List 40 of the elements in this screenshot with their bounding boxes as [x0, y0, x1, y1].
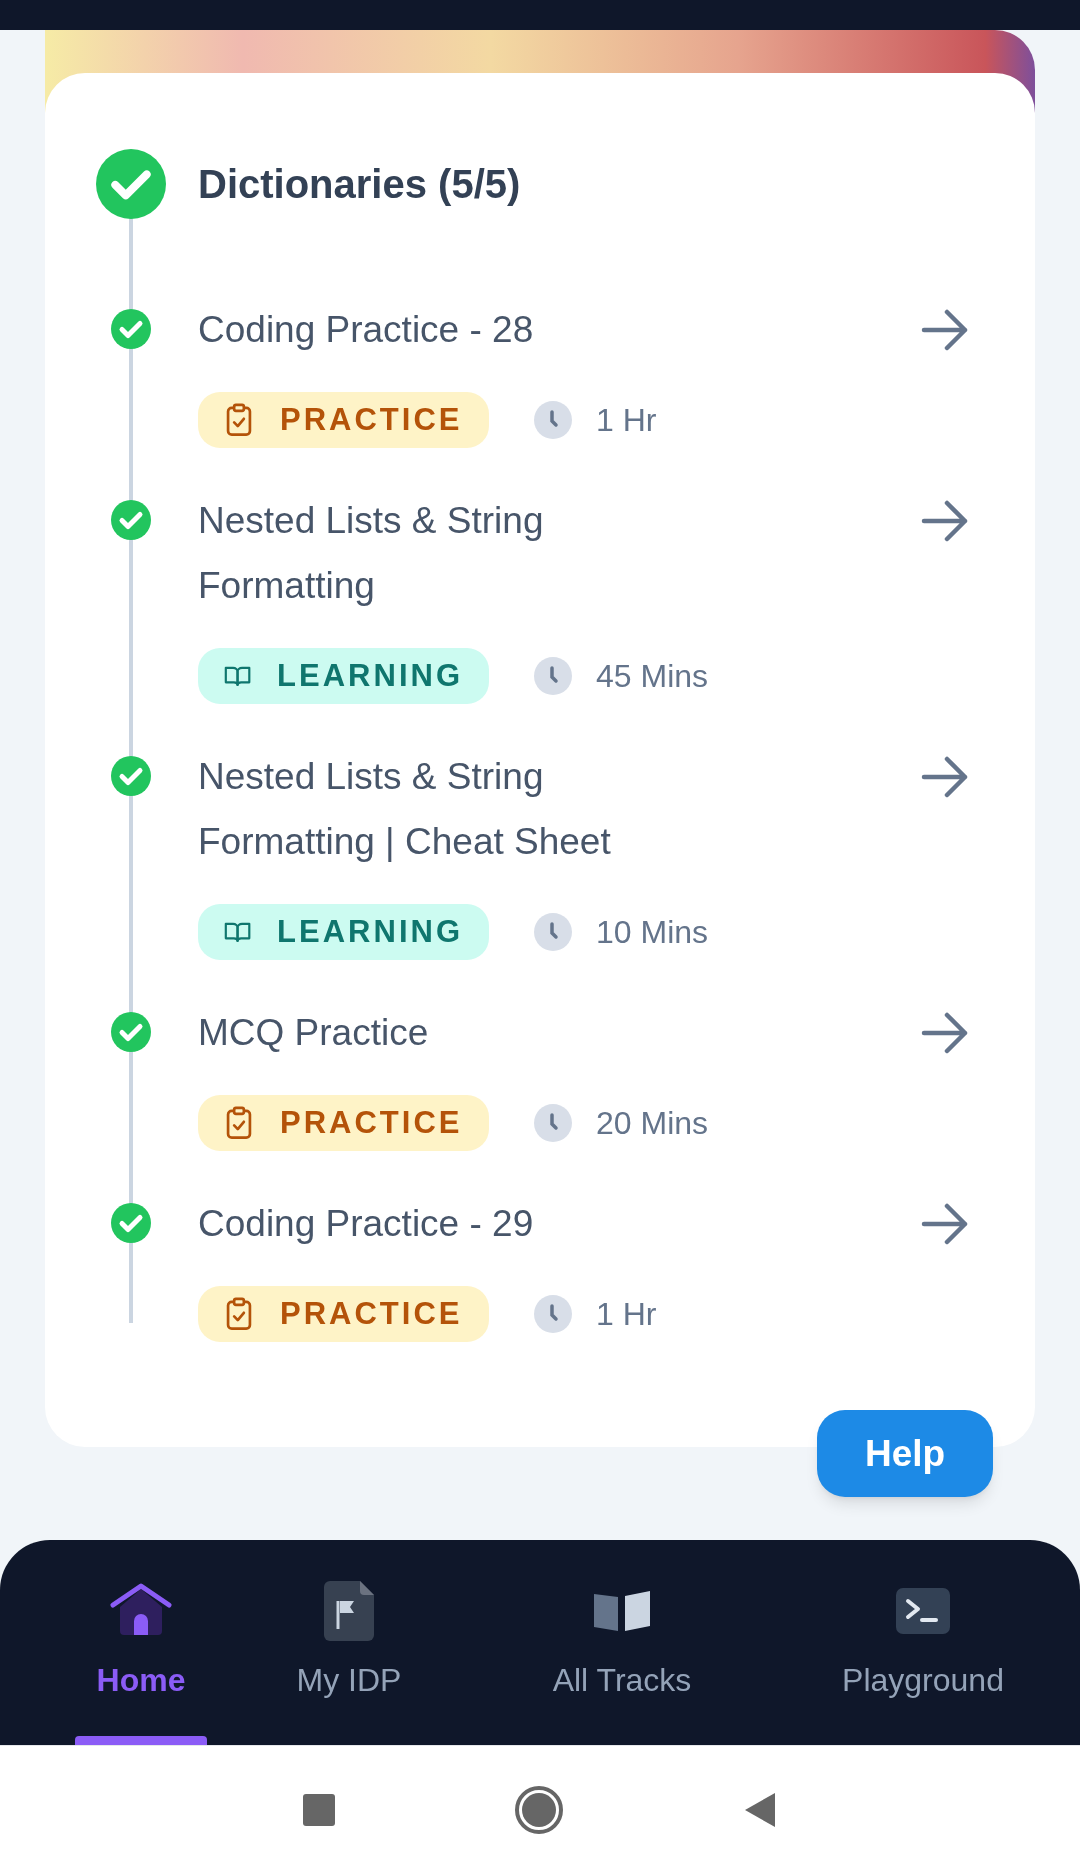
home-button[interactable]: [515, 1785, 563, 1834]
arrow-right-icon[interactable]: [921, 309, 969, 351]
lesson-title[interactable]: Nested Lists & String Formatting: [198, 488, 678, 618]
duration: 1 Hr: [596, 1295, 657, 1334]
type-badge: LEARNING: [198, 904, 489, 960]
lesson-title[interactable]: Coding Practice - 29: [198, 1191, 534, 1256]
arrow-right-icon[interactable]: [921, 1012, 969, 1054]
arrow-right-icon[interactable]: [921, 500, 969, 542]
clock-icon: [534, 1295, 572, 1333]
lesson-title[interactable]: Coding Practice - 28: [198, 297, 534, 362]
clock-icon: [534, 657, 572, 695]
clock-icon: [534, 913, 572, 951]
clock-icon: [534, 1104, 572, 1142]
open-book-icon: [594, 1591, 650, 1631]
section-title: Dictionaries (5/5): [198, 161, 521, 208]
duration: 10 Mins: [596, 913, 709, 952]
flag-document-icon: [324, 1581, 374, 1641]
help-button[interactable]: Help: [817, 1410, 993, 1497]
lesson-title[interactable]: MCQ Practice: [198, 1000, 429, 1065]
terminal-icon: [896, 1588, 950, 1634]
nav-tab[interactable]: My IDP: [221, 1540, 477, 1745]
type-badge: PRACTICE: [198, 1095, 489, 1151]
duration: 1 Hr: [596, 401, 657, 440]
lesson-title[interactable]: Nested Lists & String Formatting | Cheat Sheet: [198, 744, 678, 874]
recent-apps-button[interactable]: [303, 1793, 335, 1826]
type-badge: PRACTICE: [198, 392, 489, 448]
duration: 20 Mins: [596, 1104, 709, 1143]
clipboard-icon: [224, 1106, 254, 1140]
arrow-right-icon[interactable]: [921, 756, 969, 798]
clock-icon: [534, 401, 572, 439]
duration: 45 Mins: [596, 657, 709, 696]
arrow-right-icon[interactable]: [921, 1203, 969, 1245]
nav-tab[interactable]: All Tracks: [477, 1540, 767, 1745]
type-badge: PRACTICE: [198, 1286, 489, 1342]
clipboard-icon: [224, 403, 254, 437]
type-badge: LEARNING: [198, 648, 489, 704]
nav-tab[interactable]: Home: [61, 1540, 221, 1745]
clipboard-icon: [224, 1297, 254, 1331]
back-icon[interactable]: [743, 1790, 777, 1829]
nav-tab[interactable]: Playground: [767, 1540, 1079, 1745]
